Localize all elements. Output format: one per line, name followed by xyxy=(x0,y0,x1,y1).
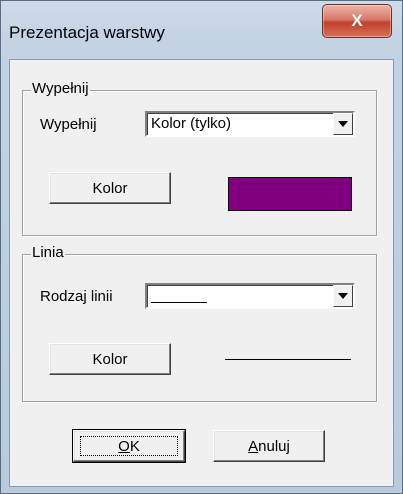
fill-groupbox: Wypełnij Wypełnij Kolor (tylko) Kolor xyxy=(22,80,377,236)
fill-select-value: Kolor (tylko) xyxy=(151,115,232,132)
fill-select[interactable]: Kolor (tylko) xyxy=(145,111,355,137)
line-sample-icon xyxy=(151,302,207,303)
dialog-window: Prezentacja warstwy X Wypełnij Wypełnij … xyxy=(0,0,403,494)
window-title: Prezentacja warstwy xyxy=(9,23,165,42)
line-color-button[interactable]: Kolor xyxy=(49,343,171,375)
fill-label: Wypełnij xyxy=(40,116,97,133)
fill-color-button[interactable]: Kolor xyxy=(49,172,171,204)
chevron-down-icon xyxy=(338,293,348,299)
fill-group-title: Wypełnij xyxy=(31,80,90,97)
line-type-select[interactable] xyxy=(145,283,355,309)
line-color-button-label: Kolor xyxy=(92,350,128,368)
dialog-client-area: Wypełnij Wypełnij Kolor (tylko) Kolor Li… xyxy=(9,59,394,487)
close-icon: X xyxy=(351,11,363,30)
line-color-sample xyxy=(225,359,351,360)
line-group-title: Linia xyxy=(31,244,65,261)
fill-select-dropdown-button[interactable] xyxy=(333,113,353,135)
line-type-dropdown-button[interactable] xyxy=(333,285,353,307)
ok-button[interactable]: OK xyxy=(72,429,186,463)
title-bar[interactable]: Prezentacja warstwy X xyxy=(1,1,402,57)
line-groupbox: Linia Rodzaj linii Kolor xyxy=(22,244,377,402)
cancel-button-label: Anuluj xyxy=(248,437,290,455)
fill-color-swatch xyxy=(228,177,352,211)
focus-indicator xyxy=(80,436,178,456)
line-type-label: Rodzaj linii xyxy=(40,288,113,305)
chevron-down-icon xyxy=(338,121,348,127)
close-button[interactable]: X xyxy=(322,4,392,38)
cancel-button[interactable]: Anuluj xyxy=(213,430,325,462)
fill-color-button-label: Kolor xyxy=(92,179,128,197)
